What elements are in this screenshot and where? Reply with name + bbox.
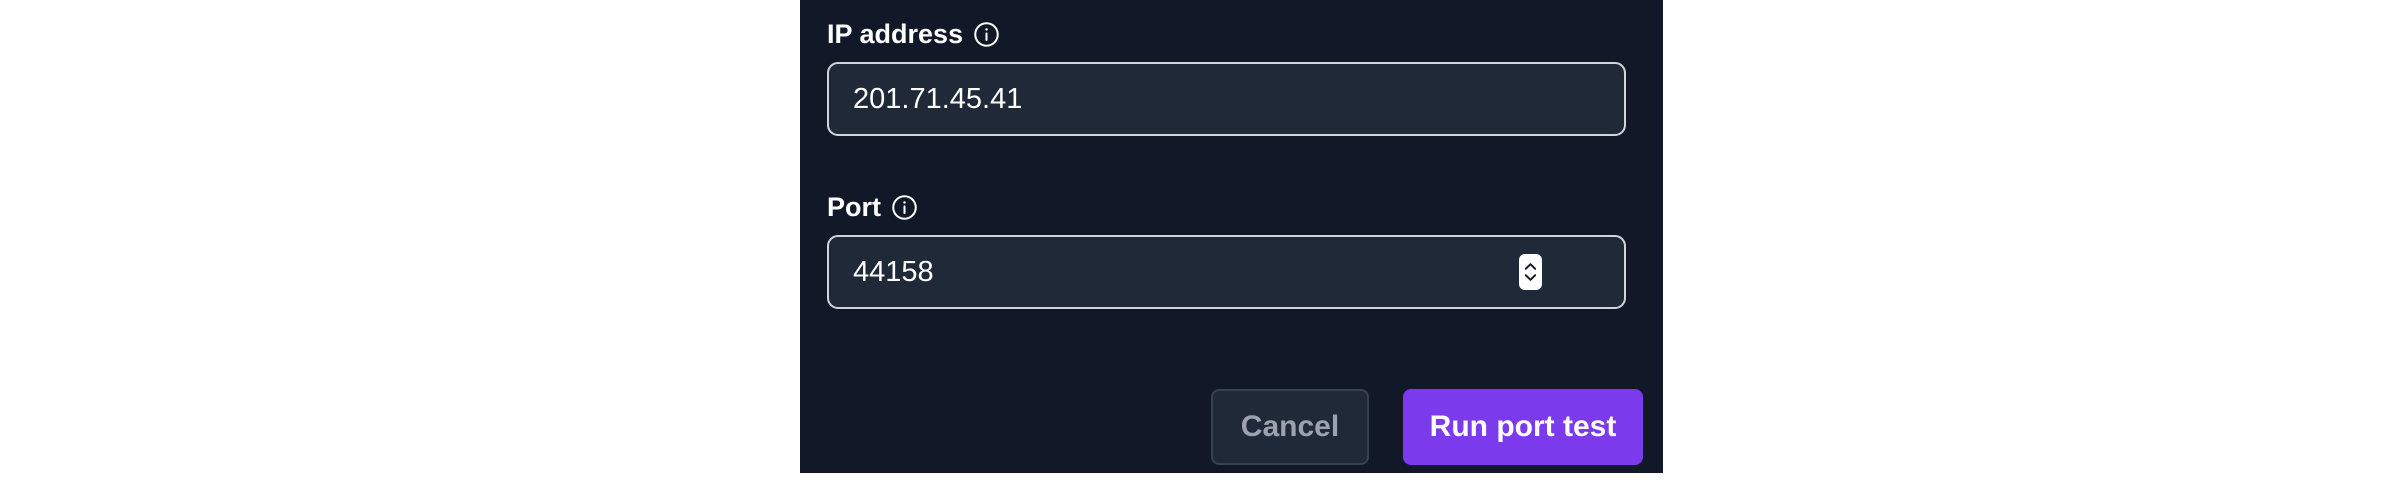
port-stepper[interactable] xyxy=(1519,254,1542,290)
ip-address-input[interactable] xyxy=(827,62,1626,136)
chevron-up-icon[interactable] xyxy=(1523,261,1538,272)
port-test-panel: IP address Port Cancel Run po xyxy=(800,0,1663,473)
port-input[interactable] xyxy=(827,235,1626,309)
info-icon[interactable] xyxy=(891,194,918,221)
chevron-down-icon[interactable] xyxy=(1523,272,1538,283)
info-icon[interactable] xyxy=(973,21,1000,48)
cancel-button[interactable]: Cancel xyxy=(1211,389,1369,465)
ip-address-label: IP address xyxy=(827,18,964,49)
run-port-test-button[interactable]: Run port test xyxy=(1403,389,1643,465)
ip-address-label-row: IP address xyxy=(827,16,1000,52)
port-label-row: Port xyxy=(827,189,918,225)
port-label: Port xyxy=(827,191,881,222)
